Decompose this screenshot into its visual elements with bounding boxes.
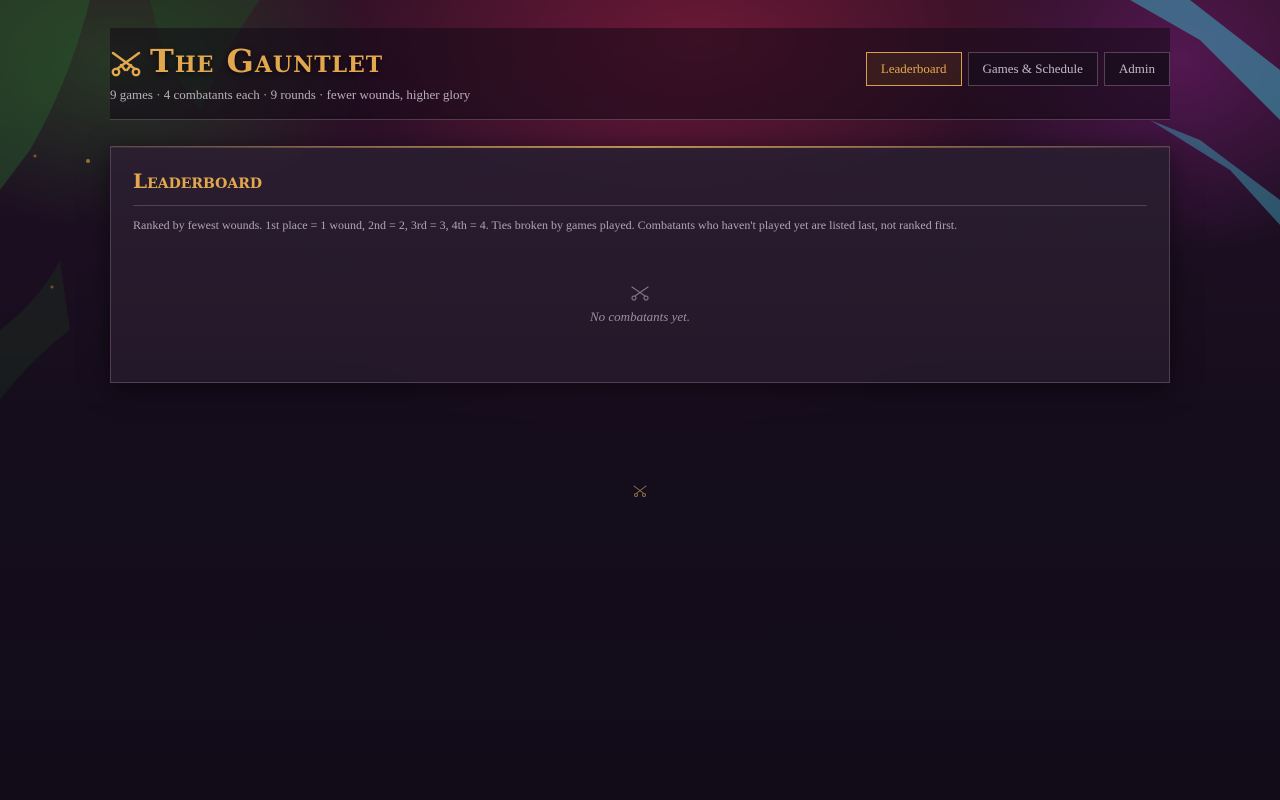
crossed-swords-icon — [633, 485, 647, 497]
empty-state: No combatants yet. — [111, 285, 1169, 325]
empty-state-message: No combatants yet. — [589, 309, 690, 324]
title-row: The Gauntlet — [110, 42, 383, 80]
page-container: The Gauntlet 9 games · 4 combatants each… — [110, 28, 1170, 383]
nav-leaderboard-button[interactable]: Leaderboard — [865, 52, 962, 86]
app-title: The Gauntlet — [150, 42, 384, 80]
background-art — [0, 0, 1280, 400]
crossed-swords-icon — [631, 286, 649, 301]
leaderboard-panel: Leaderboard Ranked by fewest wounds. 1st… — [110, 146, 1170, 383]
nav-admin-button[interactable]: Admin — [1103, 52, 1170, 86]
main-nav: Leaderboard Games & Schedule Admin — [865, 52, 1170, 86]
app-subtitle: 9 games · 4 combatants each · 9 rounds ·… — [110, 87, 471, 102]
leaderboard-title: Leaderboard — [133, 169, 262, 193]
app-header: The Gauntlet 9 games · 4 combatants each… — [110, 28, 1170, 120]
crossed-swords-icon — [111, 51, 141, 77]
nav-games-schedule-button[interactable]: Games & Schedule — [967, 52, 1098, 86]
panel-divider — [133, 205, 1147, 206]
panel-accent-line — [111, 146, 1169, 148]
leaderboard-description: Ranked by fewest wounds. 1st place = 1 w… — [133, 218, 958, 232]
